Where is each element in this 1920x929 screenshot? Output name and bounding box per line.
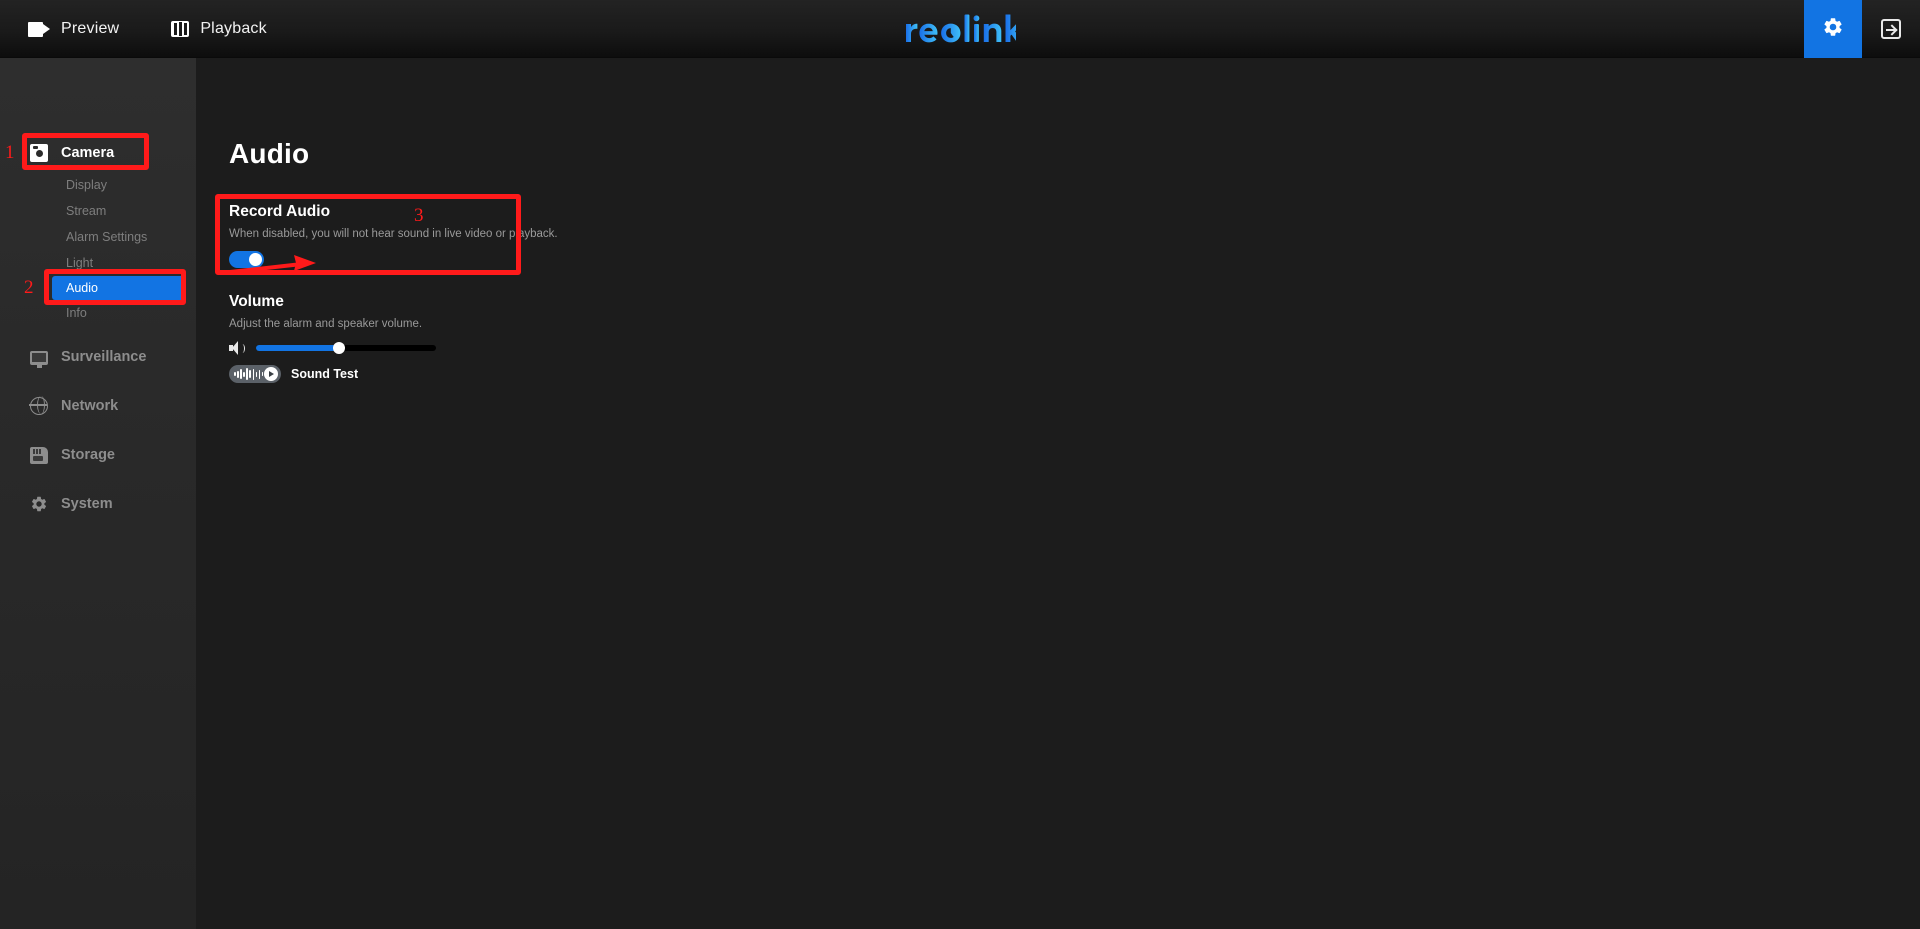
sidebar-group-camera: Camera Display Stream Alarm Settings Lig…: [0, 58, 196, 326]
monitor-icon: [30, 351, 48, 368]
speaker-icon: [229, 341, 245, 355]
sidebar-label-camera: Camera: [61, 145, 115, 161]
sidebar-label-info: Info: [66, 306, 87, 320]
camera-icon: [30, 144, 48, 162]
record-audio-heading: Record Audio: [229, 203, 331, 220]
main-content: Audio Record Audio When disabled, you wi…: [196, 58, 1920, 929]
sidebar-label-audio: Audio: [66, 281, 98, 295]
volume-heading: Volume: [229, 293, 284, 310]
sidebar-item-audio[interactable]: Audio: [52, 276, 185, 300]
sound-test-button[interactable]: [229, 365, 281, 383]
sidebar-label-surveillance: Surveillance: [61, 349, 147, 365]
topnav-label-playback: Playback: [200, 20, 267, 37]
sidebar-label-network: Network: [61, 398, 119, 414]
volume-section: Volume Adjust the alarm and speaker volu…: [229, 293, 519, 383]
video-camera-icon: [28, 21, 50, 37]
reolink-logo: [904, 12, 1016, 46]
sidebar-label-alarm-settings: Alarm Settings: [66, 230, 148, 244]
waveform-icon: [234, 368, 264, 380]
top-bar-actions: [1804, 0, 1920, 58]
sidebar-label-light: Light: [66, 256, 94, 270]
top-bar: Preview Playback: [0, 0, 1920, 58]
topnav-label-preview: Preview: [61, 20, 120, 37]
sidebar-item-alarm-settings[interactable]: Alarm Settings: [0, 224, 196, 250]
toggle-knob: [249, 253, 262, 266]
logout-arrow-icon: [1881, 19, 1901, 39]
sidebar-item-light[interactable]: Light: [0, 250, 196, 276]
volume-slider-row: [229, 341, 519, 355]
sidebar-label-display: Display: [66, 178, 107, 192]
page-title: Audio: [229, 138, 310, 169]
sidebar-label-system: System: [61, 496, 113, 512]
volume-slider-fill: [256, 345, 339, 351]
topnav-item-preview[interactable]: Preview: [28, 0, 119, 58]
film-strip-icon: [171, 21, 190, 37]
topnav-item-playback[interactable]: Playback: [171, 0, 267, 58]
settings-button[interactable]: [1804, 0, 1862, 58]
volume-slider[interactable]: [256, 342, 436, 354]
sidebar-item-system[interactable]: System: [0, 485, 196, 523]
sidebar-item-stream[interactable]: Stream: [0, 198, 196, 224]
sidebar-item-storage[interactable]: Storage: [0, 436, 196, 474]
sidebar-item-display[interactable]: Display: [0, 172, 196, 198]
sidebar-item-surveillance[interactable]: Surveillance: [0, 338, 196, 376]
app-root: Preview Playback Camera Display Stream A…: [0, 0, 1920, 929]
sidebar-item-info[interactable]: Info: [0, 300, 196, 326]
record-audio-section: Record Audio When disabled, you will not…: [229, 203, 558, 268]
gear-icon: [30, 495, 48, 513]
record-audio-description: When disabled, you will not hear sound i…: [229, 228, 558, 240]
sidebar-label-storage: Storage: [61, 447, 115, 463]
sound-test-row: Sound Test: [229, 365, 519, 383]
sidebar-item-network[interactable]: Network: [0, 387, 196, 425]
globe-icon: [29, 396, 48, 415]
sound-test-label: Sound Test: [291, 367, 359, 381]
sidebar: Camera Display Stream Alarm Settings Lig…: [0, 58, 196, 929]
volume-slider-thumb[interactable]: [332, 342, 345, 354]
sd-card-icon: [30, 446, 48, 464]
sidebar-group-camera-header[interactable]: Camera: [0, 134, 196, 172]
record-audio-toggle[interactable]: [229, 251, 264, 268]
play-icon[interactable]: [264, 367, 278, 381]
sidebar-label-stream: Stream: [66, 204, 107, 218]
volume-description: Adjust the alarm and speaker volume.: [229, 318, 423, 330]
gear-icon: [1822, 16, 1844, 43]
logout-button[interactable]: [1862, 0, 1920, 58]
top-navigation: Preview Playback: [28, 0, 267, 58]
